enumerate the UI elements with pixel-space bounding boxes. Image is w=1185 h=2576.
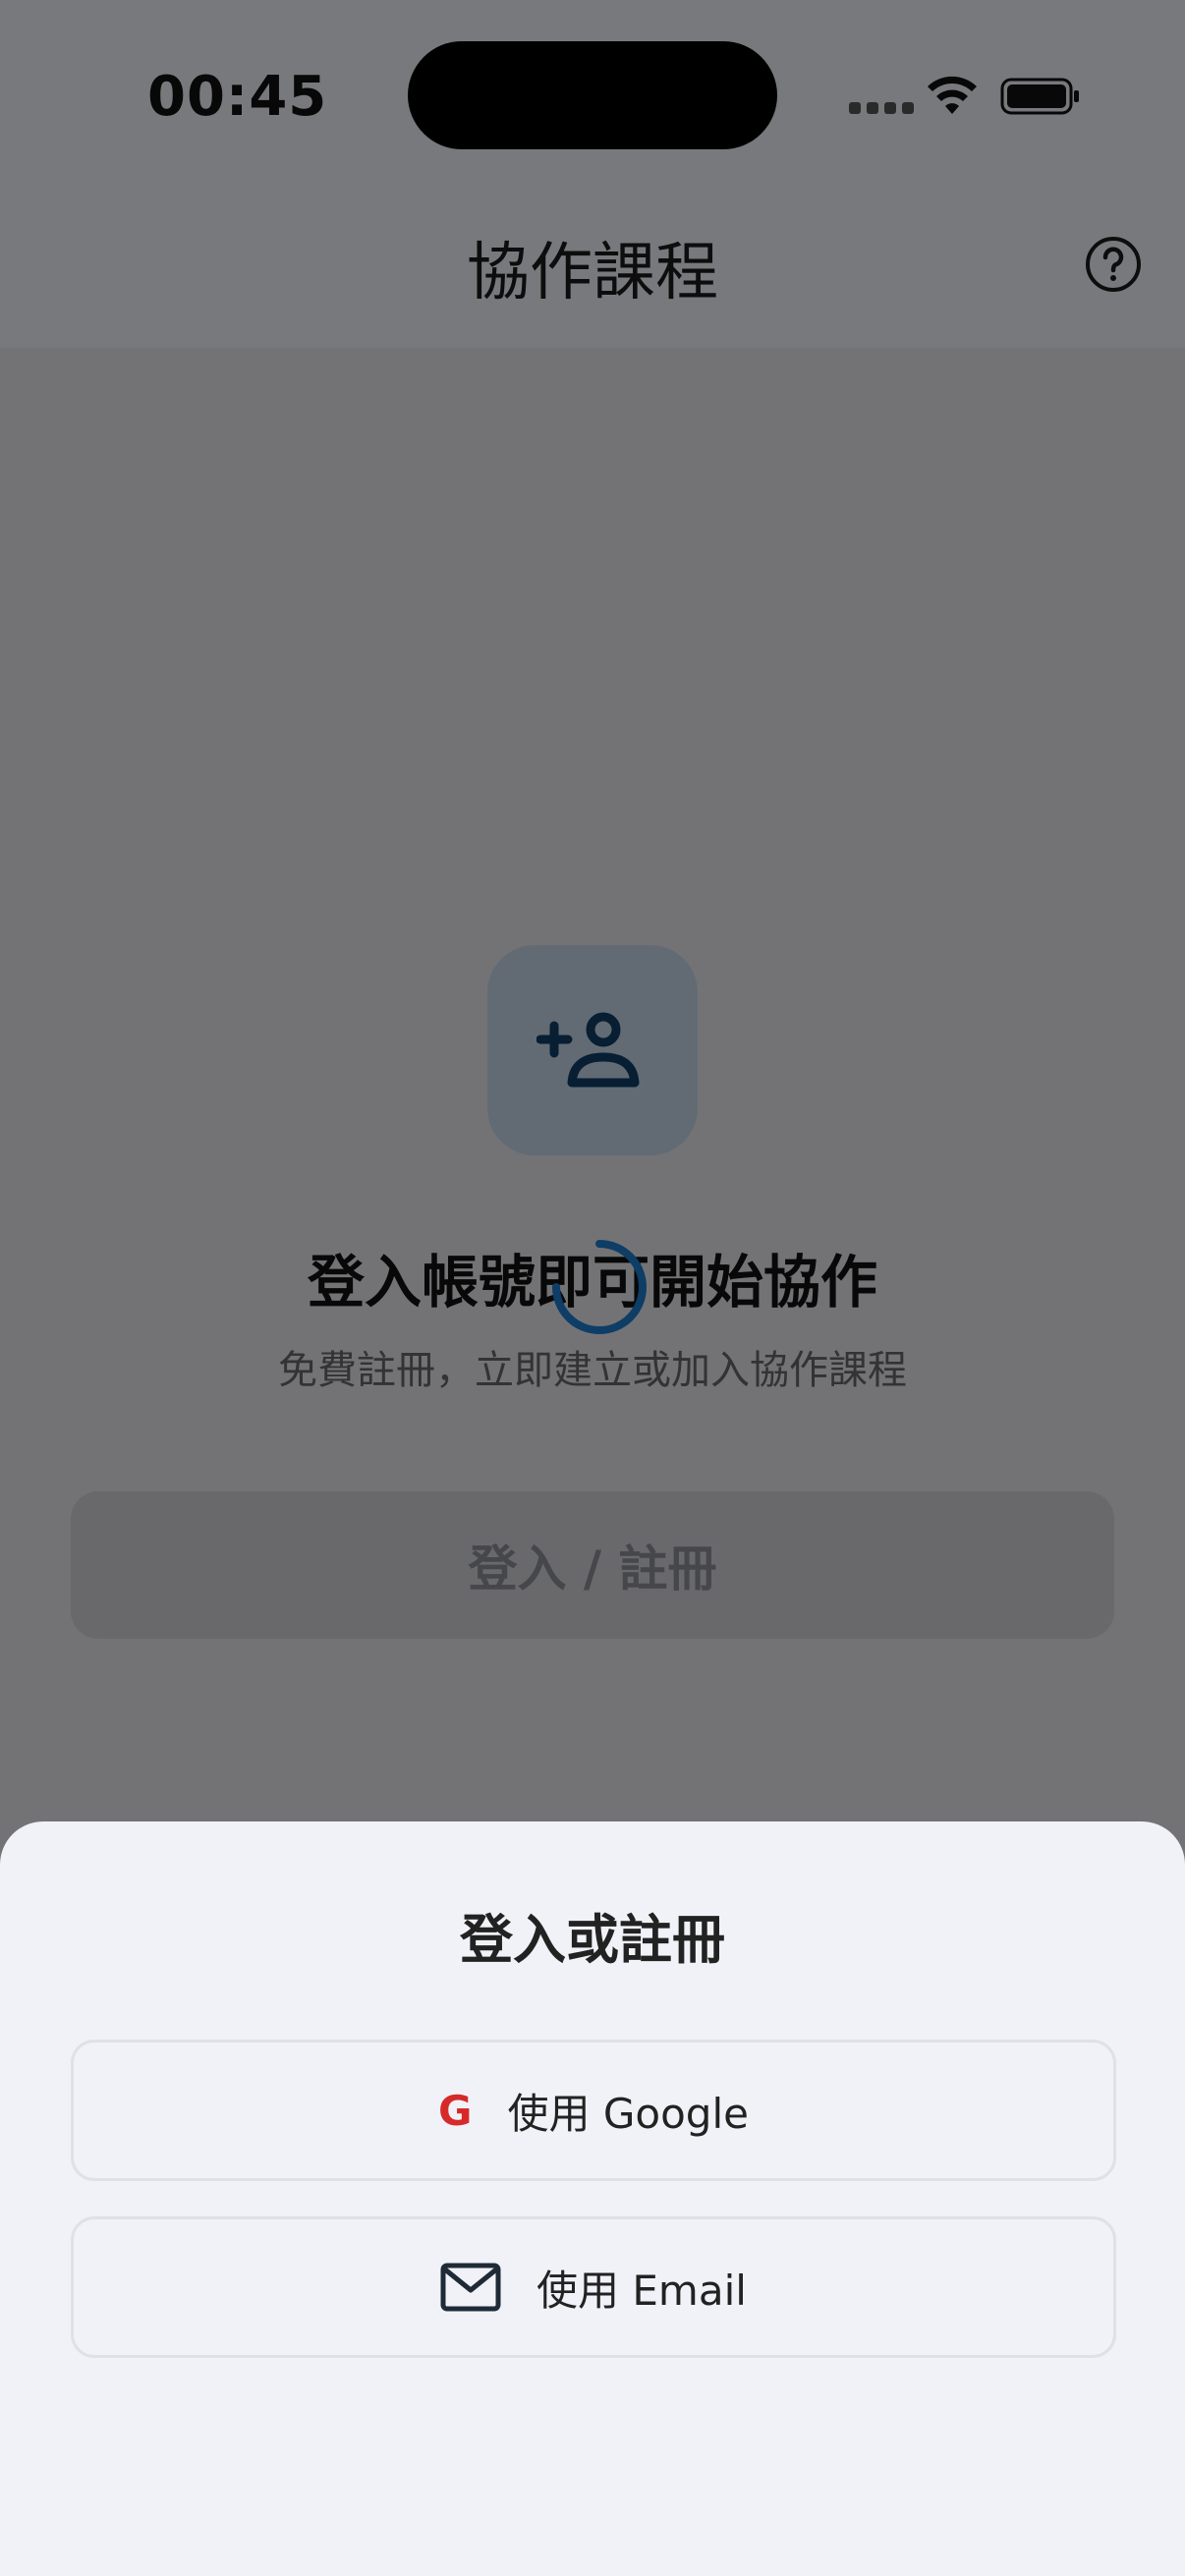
mail-icon (440, 2263, 501, 2312)
google-login-button[interactable]: G 使用 Google (71, 2040, 1116, 2181)
app-screen: 00:45 協作課程 (0, 0, 1185, 2576)
google-icon: G (438, 2086, 473, 2135)
login-bottom-sheet: 登入或註冊 G 使用 Google 使用 Email (0, 1821, 1185, 2576)
spinner-icon (552, 1240, 647, 1334)
email-login-label: 使用 Email (536, 2266, 747, 2315)
sheet-title: 登入或註冊 (460, 1909, 725, 1971)
email-login-button[interactable]: 使用 Email (71, 2216, 1116, 2358)
google-login-label: 使用 Google (507, 2089, 749, 2138)
